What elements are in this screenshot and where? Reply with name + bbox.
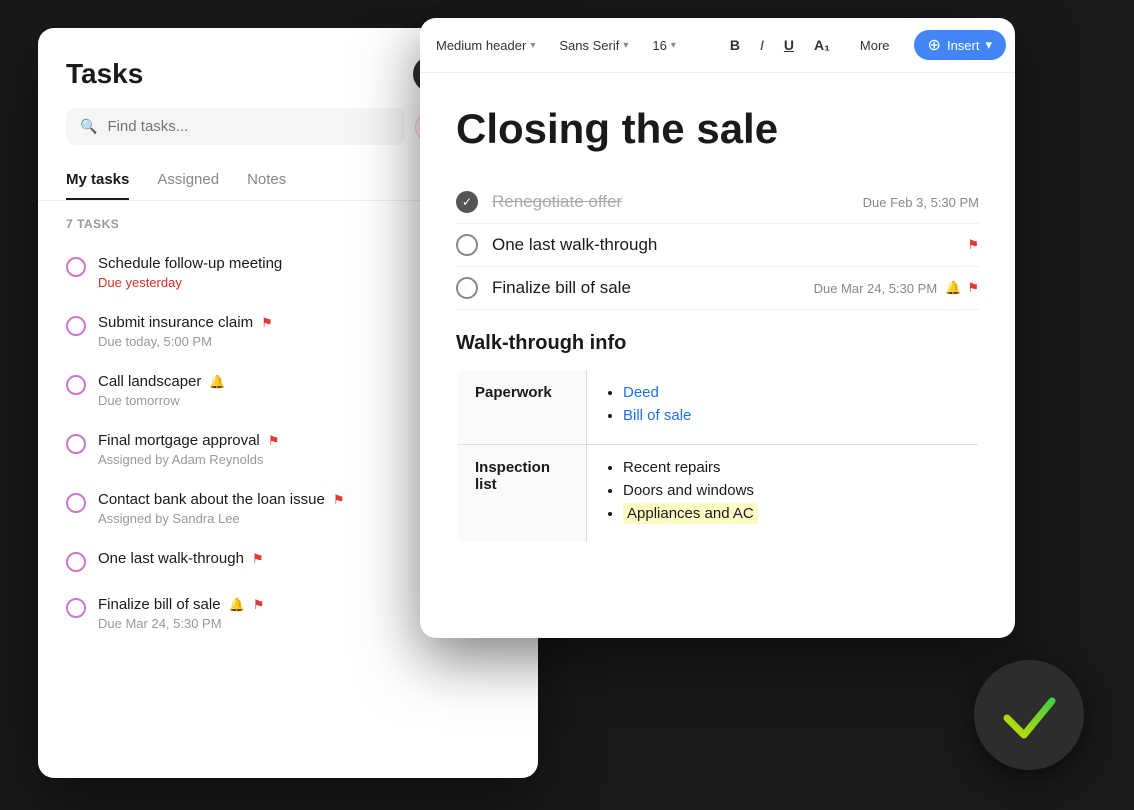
tab-assigned[interactable]: Assigned	[157, 161, 219, 200]
tasks-title: Tasks	[66, 58, 143, 90]
task-checkbox-done[interactable]	[456, 191, 478, 213]
bell-icon: 🔔	[229, 597, 245, 613]
flag-icon: ⚑	[253, 597, 265, 613]
more-button[interactable]: More	[860, 38, 890, 53]
task-due: Due Feb 3, 5:30 PM	[863, 195, 979, 210]
tab-my-tasks[interactable]: My tasks	[66, 161, 129, 200]
task-checkbox[interactable]	[456, 234, 478, 256]
flag-icon: ⚑	[261, 315, 273, 331]
flag-icon: ⚑	[252, 551, 264, 567]
task-checkbox[interactable]	[66, 493, 86, 513]
table-label: Inspection list	[457, 445, 587, 543]
chevron-down-icon: ▾	[985, 37, 992, 53]
task-text: Finalize bill of sale	[492, 278, 814, 298]
task-checkbox[interactable]	[66, 316, 86, 336]
task-checkbox[interactable]	[66, 375, 86, 395]
chevron-down-icon: ▾	[530, 40, 535, 51]
search-icon: 🔍	[80, 118, 97, 135]
editor-task-row: One last walk-through ⚑	[456, 224, 979, 267]
task-name: Final mortgage approval	[98, 432, 260, 449]
editor-task-row: Finalize bill of sale Due Mar 24, 5:30 P…	[456, 267, 979, 310]
table-row: Inspection list Recent repairs Doors and…	[457, 445, 979, 543]
size-label: 16	[652, 38, 666, 53]
table-value: Deed Bill of sale	[587, 370, 979, 445]
bold-button[interactable]: B	[724, 34, 746, 56]
insert-label: Insert	[947, 38, 980, 53]
plus-icon: ⊕	[928, 35, 941, 55]
editor-toolbar: Medium header ▾ Sans Serif ▾ 16 ▾ B I U …	[420, 18, 1015, 73]
info-table: Paperwork Deed Bill of sale Inspection l…	[456, 369, 979, 543]
editor-task-row: Renegotiate offer Due Feb 3, 5:30 PM	[456, 181, 979, 224]
list-item: Recent repairs	[623, 459, 960, 476]
font-selector[interactable]: Sans Serif ▾	[559, 38, 628, 53]
task-name: Call landscaper	[98, 373, 201, 390]
chevron-down-icon: ▾	[671, 40, 676, 51]
task-checkbox[interactable]	[66, 598, 86, 618]
bill-of-sale-link[interactable]: Bill of sale	[623, 407, 691, 424]
task-checkbox[interactable]	[66, 552, 86, 572]
flag-icon: ⚑	[967, 237, 979, 253]
deed-link[interactable]: Deed	[623, 384, 659, 401]
doc-title: Closing the sale	[456, 105, 979, 153]
checkmark-bubble	[974, 660, 1084, 770]
task-text: One last walk-through	[492, 235, 959, 255]
flag-icon: ⚑	[967, 280, 979, 296]
bell-icon: 🔔	[209, 374, 225, 390]
text-size-button[interactable]: A₁	[808, 34, 836, 56]
task-name: Contact bank about the loan issue	[98, 491, 325, 508]
highlighted-item: Appliances and AC	[623, 503, 758, 524]
checkmark-icon	[997, 683, 1062, 748]
list-item: Doors and windows	[623, 482, 960, 499]
task-text: Renegotiate offer	[492, 192, 863, 212]
style-selector[interactable]: Medium header ▾	[436, 38, 535, 53]
underline-button[interactable]: U	[778, 34, 800, 56]
italic-button[interactable]: I	[754, 34, 770, 56]
size-selector[interactable]: 16 ▾	[652, 38, 676, 53]
flag-icon: ⚑	[268, 433, 280, 449]
task-name: Submit insurance claim	[98, 314, 253, 331]
search-bar: 🔍	[66, 108, 405, 145]
table-value: Recent repairs Doors and windows Applian…	[587, 445, 979, 543]
flag-icon: ⚑	[333, 492, 345, 508]
editor-content: Closing the sale Renegotiate offer Due F…	[420, 73, 1015, 575]
editor-panel: Medium header ▾ Sans Serif ▾ 16 ▾ B I U …	[420, 18, 1015, 638]
table-label: Paperwork	[457, 370, 587, 445]
section-title: Walk-through info	[456, 332, 979, 355]
task-checkbox[interactable]	[66, 257, 86, 277]
bell-icon: 🔔	[945, 280, 961, 296]
list-item: Appliances and AC	[623, 505, 960, 522]
task-checkbox[interactable]	[66, 434, 86, 454]
task-checkbox[interactable]	[456, 277, 478, 299]
insert-button[interactable]: ⊕ Insert ▾	[914, 30, 1006, 60]
font-label: Sans Serif	[559, 38, 619, 53]
chevron-down-icon: ▾	[623, 40, 628, 51]
search-input[interactable]	[107, 118, 391, 135]
tab-notes[interactable]: Notes	[247, 161, 286, 200]
style-label: Medium header	[436, 38, 526, 53]
task-due: Due Mar 24, 5:30 PM	[814, 281, 938, 296]
task-name: Finalize bill of sale	[98, 596, 221, 613]
table-row: Paperwork Deed Bill of sale	[457, 370, 979, 445]
task-name: One last walk-through	[98, 550, 244, 567]
